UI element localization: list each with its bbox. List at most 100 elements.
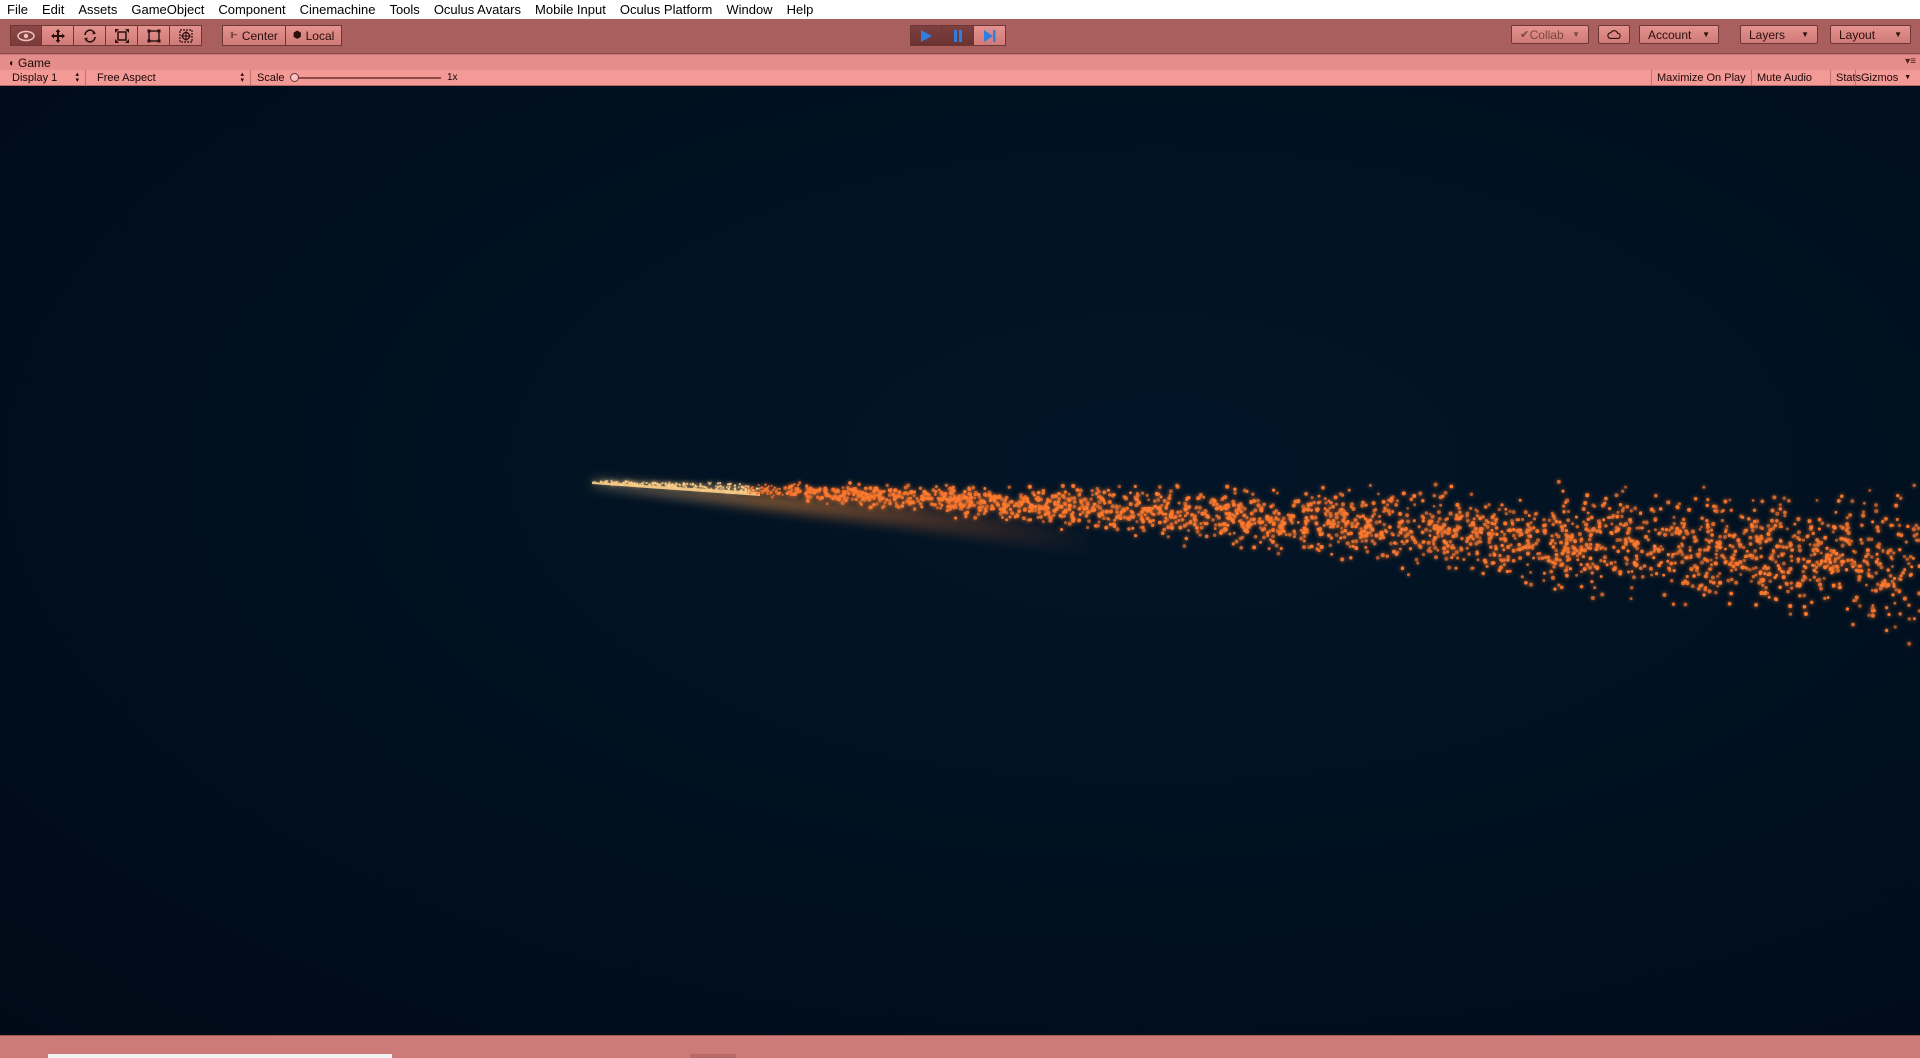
particle: [1291, 503, 1296, 508]
particle: [1474, 541, 1479, 546]
particle: [1751, 567, 1755, 571]
particle: [997, 495, 1001, 500]
particle: [1861, 510, 1866, 514]
particle: [750, 487, 753, 490]
particle: [1803, 611, 1808, 616]
particle: [1760, 499, 1765, 504]
particle: [1480, 527, 1485, 531]
game-tab[interactable]: ◖ Game: [8, 55, 51, 71]
particle: [1359, 530, 1363, 534]
menu-help[interactable]: Help: [780, 0, 821, 19]
play-button[interactable]: [910, 25, 942, 46]
particle: [1554, 548, 1559, 553]
particle: [1860, 569, 1864, 573]
particle: [1145, 516, 1150, 521]
menu-oculus-platform[interactable]: Oculus Platform: [613, 0, 719, 19]
particle: [1195, 529, 1200, 534]
scale-slider-handle[interactable]: [290, 73, 299, 82]
particle: [908, 496, 913, 500]
particle: [1446, 527, 1452, 532]
particle: [1566, 518, 1571, 523]
particle: [733, 487, 736, 490]
menu-oculus-avatars[interactable]: Oculus Avatars: [427, 0, 528, 19]
move-tool-button[interactable]: [42, 25, 74, 46]
particle: [1908, 554, 1913, 559]
particle: [1215, 502, 1219, 506]
updown-arrows-icon: ▴ ▾: [240, 70, 244, 84]
particle: [728, 485, 731, 488]
particle: [654, 482, 657, 485]
particle: [988, 499, 992, 503]
menu-edit[interactable]: Edit: [35, 0, 71, 19]
menu-component[interactable]: Component: [211, 0, 292, 19]
menu-mobile-input[interactable]: Mobile Input: [528, 0, 613, 19]
particle: [1117, 484, 1121, 489]
menu-tools[interactable]: Tools: [382, 0, 426, 19]
particle: [1599, 530, 1603, 534]
aspect-dropdown[interactable]: Free Aspect ▴ ▾: [91, 70, 251, 85]
rect-icon: [147, 29, 160, 42]
menu-file[interactable]: File: [0, 0, 35, 19]
particle: [1245, 515, 1249, 520]
particle: [842, 497, 847, 501]
scale-slider-track[interactable]: [291, 77, 441, 79]
play-icon: [921, 29, 932, 42]
hand-tool-button[interactable]: [10, 25, 42, 46]
transform-tool-button[interactable]: [170, 25, 202, 46]
particle: [1511, 558, 1516, 563]
menu-assets[interactable]: Assets: [71, 0, 124, 19]
collab-dropdown[interactable]: ✔ Collab ▼: [1511, 25, 1589, 44]
menu-window[interactable]: Window: [719, 0, 779, 19]
particle: [1846, 538, 1851, 543]
menu-cinemachine[interactable]: Cinemachine: [293, 0, 383, 19]
scale-tool-button[interactable]: [106, 25, 138, 46]
particle: [1608, 515, 1612, 520]
particle: [1532, 556, 1536, 560]
particle: [1337, 510, 1342, 515]
pivot-rotation-toggle[interactable]: ⬢ Local: [285, 25, 343, 46]
step-button[interactable]: [974, 25, 1006, 46]
tab-menu-icon[interactable]: ▾≡: [1905, 56, 1916, 67]
particle: [1213, 527, 1217, 530]
transform-icon: [178, 28, 193, 43]
particle: [1195, 505, 1199, 509]
display-dropdown[interactable]: Display 1 ▴ ▾: [6, 70, 86, 85]
pivot-mode-toggle[interactable]: ⊩ Center: [222, 25, 286, 46]
layout-dropdown[interactable]: Layout ▼: [1830, 25, 1911, 44]
particle: [1864, 554, 1868, 559]
layers-dropdown[interactable]: Layers ▼: [1740, 25, 1818, 44]
particle: [1698, 548, 1702, 552]
mute-audio-toggle[interactable]: Mute Audio: [1751, 70, 1817, 85]
particle: [1061, 494, 1066, 499]
maximize-on-play-toggle[interactable]: Maximize On Play: [1651, 70, 1751, 85]
account-dropdown[interactable]: Account ▼: [1639, 25, 1719, 44]
particle: [1302, 539, 1306, 543]
particle: [606, 482, 609, 485]
rect-tool-button[interactable]: [138, 25, 170, 46]
particle: [1304, 491, 1309, 496]
pause-button[interactable]: [942, 25, 974, 46]
particle: [1517, 543, 1521, 547]
particle: [1276, 551, 1281, 556]
cloud-button[interactable]: [1598, 25, 1630, 44]
particle: [1066, 497, 1071, 502]
particle: [1828, 567, 1833, 571]
particle: [1620, 508, 1625, 513]
particle: [1666, 559, 1670, 563]
particle: [1354, 546, 1359, 550]
menu-gameobject[interactable]: GameObject: [124, 0, 211, 19]
particle: [1603, 559, 1607, 563]
particle: [1528, 545, 1532, 549]
particle: [1632, 542, 1636, 547]
gizmos-dropdown[interactable]: Gizmos ▼: [1855, 70, 1916, 85]
game-view-viewport[interactable]: [0, 86, 1920, 1035]
particle: [1205, 514, 1210, 518]
particle: [1788, 604, 1793, 609]
particle: [1452, 528, 1457, 533]
particle: [1533, 512, 1538, 516]
rotate-tool-button[interactable]: [74, 25, 106, 46]
particle: [1776, 564, 1780, 568]
particle: [1647, 529, 1651, 533]
particle: [1495, 517, 1499, 521]
particle: [1485, 564, 1489, 569]
